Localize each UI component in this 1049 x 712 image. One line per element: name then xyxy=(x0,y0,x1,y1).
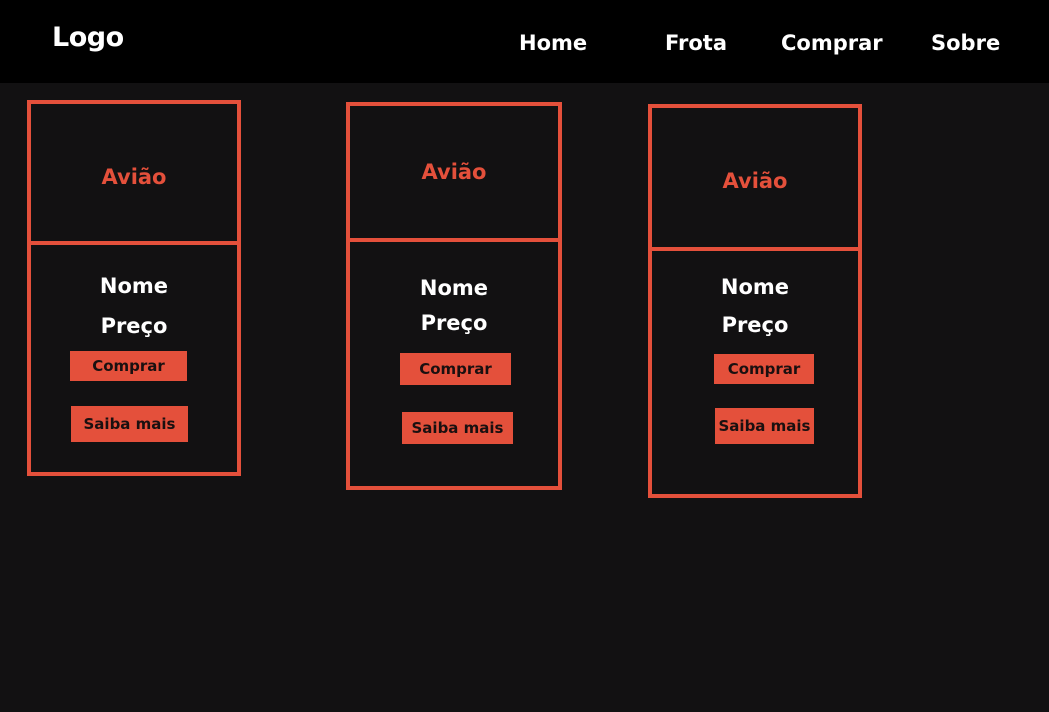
card-divider xyxy=(350,238,558,242)
top-navigation-bar: Logo Home Frota Comprar Sobre xyxy=(0,0,1049,83)
product-card: Avião Nome Preço Comprar Saiba mais xyxy=(27,100,241,476)
buy-button[interactable]: Comprar xyxy=(714,354,814,384)
learn-more-button[interactable]: Saiba mais xyxy=(71,406,188,442)
buy-button[interactable]: Comprar xyxy=(70,351,187,381)
nav-sobre[interactable]: Sobre xyxy=(931,31,1000,55)
product-price: Preço xyxy=(721,313,789,337)
card-divider xyxy=(31,241,237,245)
product-price: Preço xyxy=(100,314,168,338)
learn-more-button[interactable]: Saiba mais xyxy=(715,408,814,444)
product-card: Avião Nome Preço Comprar Saiba mais xyxy=(648,104,862,498)
product-card: Avião Nome Preço Comprar Saiba mais xyxy=(346,102,562,490)
nav-home[interactable]: Home xyxy=(519,31,587,55)
product-name: Nome xyxy=(419,276,489,300)
product-price: Preço xyxy=(420,311,488,335)
buy-button[interactable]: Comprar xyxy=(400,353,511,385)
learn-more-button[interactable]: Saiba mais xyxy=(402,412,513,444)
airplane-image-placeholder: Avião xyxy=(101,165,167,189)
nav-frota[interactable]: Frota xyxy=(665,31,727,55)
logo[interactable]: Logo xyxy=(52,22,124,53)
product-name: Nome xyxy=(720,275,790,299)
airplane-image-placeholder: Avião xyxy=(421,160,487,184)
airplane-image-placeholder: Avião xyxy=(722,169,788,193)
card-divider xyxy=(652,247,858,251)
product-name: Nome xyxy=(99,274,169,298)
nav-comprar[interactable]: Comprar xyxy=(781,31,883,55)
